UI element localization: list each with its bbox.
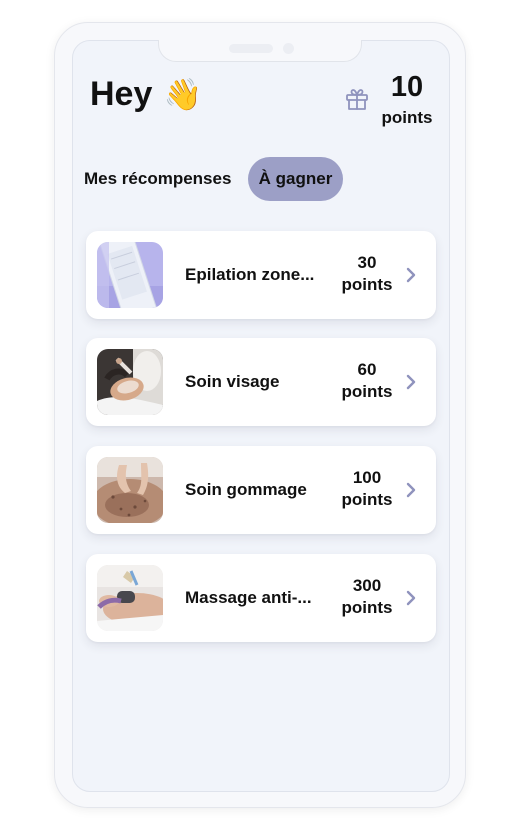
reward-points: 100 points [332,467,402,511]
massage-device-image [97,565,163,631]
reward-card[interactable]: Soin gommage 100 points [86,446,436,534]
reward-title: Epilation zone... [185,265,315,284]
reward-card[interactable]: Epilation zone... 30 points [86,231,436,319]
reward-points-value: 30 [357,253,377,272]
points-balance-label: points [381,108,433,127]
chevron-right-icon [404,265,418,285]
tab-to-earn[interactable]: À gagner [248,157,343,201]
reward-points-value: 300 [352,576,382,595]
facial-care-image [97,349,163,415]
waving-hand-icon: 👋 [163,77,203,112]
chevron-right-icon [404,372,418,392]
reward-points-value: 100 [352,468,382,487]
reward-title: Massage anti-... [185,588,312,607]
greeting-title: Hey 👋 [90,74,202,115]
chevron-right-icon [404,588,418,608]
points-balance: 10 [390,71,424,103]
reward-title: Soin gommage [185,480,307,499]
reward-points-value: 60 [357,360,377,379]
reward-points-label: points [341,490,393,509]
body-scrub-image [97,457,163,523]
reward-points: 300 points [332,575,402,619]
notch-speaker [229,44,273,53]
reward-points: 30 points [332,252,402,296]
reward-points-label: points [341,382,393,401]
reward-card[interactable]: Soin visage 60 points [86,338,436,426]
reward-points-label: points [341,598,393,617]
reward-points-label: points [341,275,393,294]
phone-notch [158,40,362,62]
waxing-strip-image [97,242,163,308]
chevron-right-icon [404,480,418,500]
notch-camera [283,43,294,54]
gift-icon[interactable] [344,86,370,112]
tab-my-rewards[interactable]: Mes récompenses [84,157,234,201]
reward-card[interactable]: Massage anti-... 300 points [86,554,436,642]
reward-points: 60 points [332,359,402,403]
greeting-text: Hey [90,75,153,113]
reward-title: Soin visage [185,372,280,391]
